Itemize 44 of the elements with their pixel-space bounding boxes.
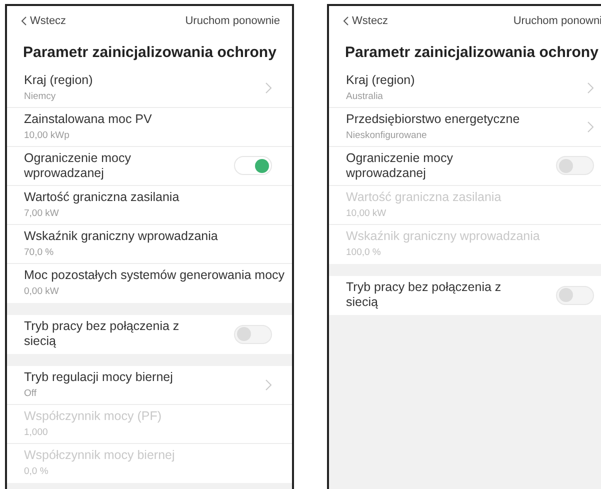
setting-row[interactable]: Kraj (region) Niemcy xyxy=(7,68,292,108)
setting-value: 100,0 % xyxy=(346,247,382,259)
setting-value: Nieskonfigurowane xyxy=(346,130,428,142)
setting-row[interactable]: Kraj (region) Australia xyxy=(329,68,601,108)
setting-label: Tryb pracy bez połączenia z siecią xyxy=(346,280,502,310)
toggle-switch[interactable] xyxy=(556,286,594,304)
setting-label: Przedsiębiorstwo energetyczne xyxy=(346,112,520,126)
setting-label: Tryb pracy bez połączenia z siecią xyxy=(24,319,180,349)
setting-label: Wskaźnik graniczny wprowadzania xyxy=(24,228,218,244)
chevron-right-icon xyxy=(587,82,594,94)
toggle-switch[interactable] xyxy=(234,324,272,344)
chevron-right-icon xyxy=(587,120,594,132)
toggle-switch[interactable] xyxy=(234,156,272,175)
restart-button[interactable]: Uruchom ponowni xyxy=(513,12,601,30)
setting-value: 0,00 kW xyxy=(24,286,60,298)
setting-label: Zainstalowana moc PV xyxy=(24,112,152,126)
toggle-switch[interactable] xyxy=(556,156,594,175)
setting-value: Niemcy xyxy=(24,90,57,102)
setting-value: 7,00 kW xyxy=(24,208,60,220)
setting-label: Wartość graniczna zasilania xyxy=(24,190,180,204)
setting-value: 10,00 kW xyxy=(346,208,388,220)
setting-value: Australia xyxy=(346,90,384,102)
setting-value: 1,000 xyxy=(24,426,49,438)
setting-label: Kraj (region) xyxy=(346,72,415,88)
setting-value: 10,00 kWp xyxy=(24,130,70,142)
page-title: Parametr zainicjalizowania ochrony xyxy=(22,43,278,63)
setting-label: Kraj (region) xyxy=(24,72,93,88)
chevron-left-icon xyxy=(21,16,27,26)
back-button[interactable]: Wstecz xyxy=(343,12,388,30)
page-title: Parametr zainicjalizowania ochrony xyxy=(344,43,600,63)
setting-label: Moc pozostałych systemów generowania mocy xyxy=(24,268,285,283)
chevron-left-icon xyxy=(343,16,349,26)
chevron-right-icon xyxy=(265,82,272,94)
setting-row[interactable]: Przedsiębiorstwo energetyczne Nieskonfigurowane xyxy=(329,108,601,146)
setting-label: Ograniczenie mocy wprowadzanej xyxy=(24,150,132,180)
setting-label: Ograniczenie mocy wprowadzanej xyxy=(346,150,454,180)
setting-label: Tryb regulacji mocy biernej xyxy=(24,370,173,384)
chevron-right-icon xyxy=(265,378,272,390)
back-button[interactable]: Wstecz xyxy=(21,12,66,30)
restart-button[interactable]: Uruchom ponownie xyxy=(185,12,280,30)
setting-value: 70,0 % xyxy=(24,246,55,258)
setting-value: 0,0 % xyxy=(24,466,50,478)
setting-value: Off xyxy=(24,388,38,400)
setting-row[interactable]: Tryb regulacji mocy biernej Off xyxy=(7,366,292,404)
